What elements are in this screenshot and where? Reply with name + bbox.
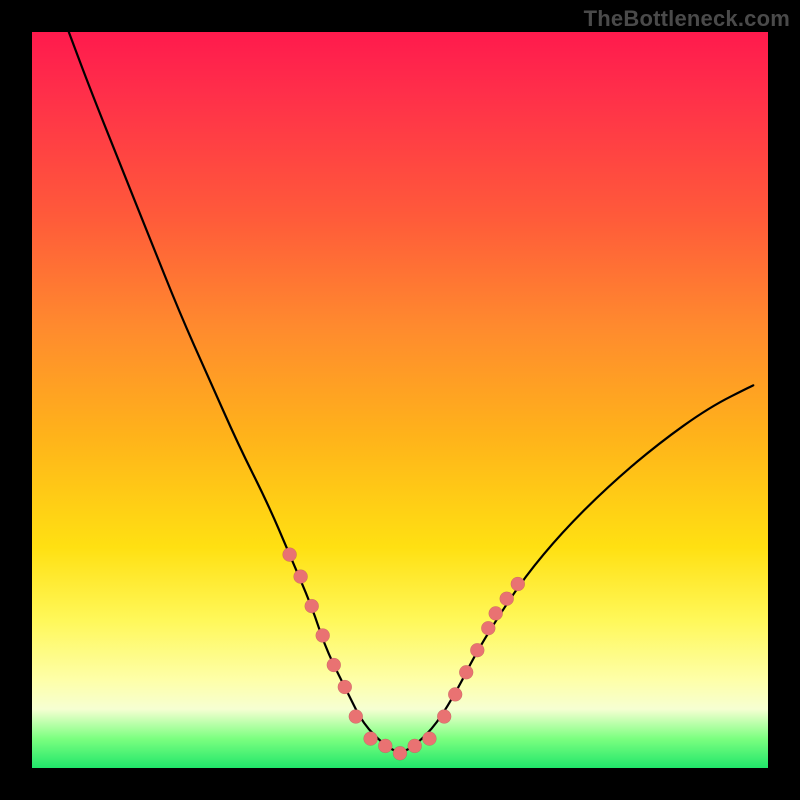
highlight-dot: [511, 577, 525, 591]
highlight-dot: [349, 710, 363, 724]
highlight-dot: [316, 629, 330, 643]
highlight-dot: [437, 710, 451, 724]
highlight-dot: [327, 658, 341, 672]
chart-frame: TheBottleneck.com: [0, 0, 800, 800]
highlight-dot: [378, 739, 392, 753]
highlight-dot: [283, 548, 297, 562]
highlight-dot: [338, 680, 352, 694]
highlight-dot: [408, 739, 422, 753]
highlight-dots: [283, 548, 525, 761]
highlight-dot: [489, 606, 503, 620]
highlight-dot: [448, 687, 462, 701]
highlight-dot: [459, 665, 473, 679]
watermark-text: TheBottleneck.com: [584, 6, 790, 32]
highlight-dot: [393, 746, 407, 760]
curve-layer: [32, 32, 768, 768]
highlight-dot: [470, 643, 484, 657]
plot-area: [32, 32, 768, 768]
highlight-dot: [500, 592, 514, 606]
highlight-dot: [294, 570, 308, 584]
highlight-dot: [481, 621, 495, 635]
highlight-dot: [364, 732, 378, 746]
highlight-dot: [305, 599, 319, 613]
bottleneck-curve: [69, 32, 754, 751]
highlight-dot: [422, 732, 436, 746]
